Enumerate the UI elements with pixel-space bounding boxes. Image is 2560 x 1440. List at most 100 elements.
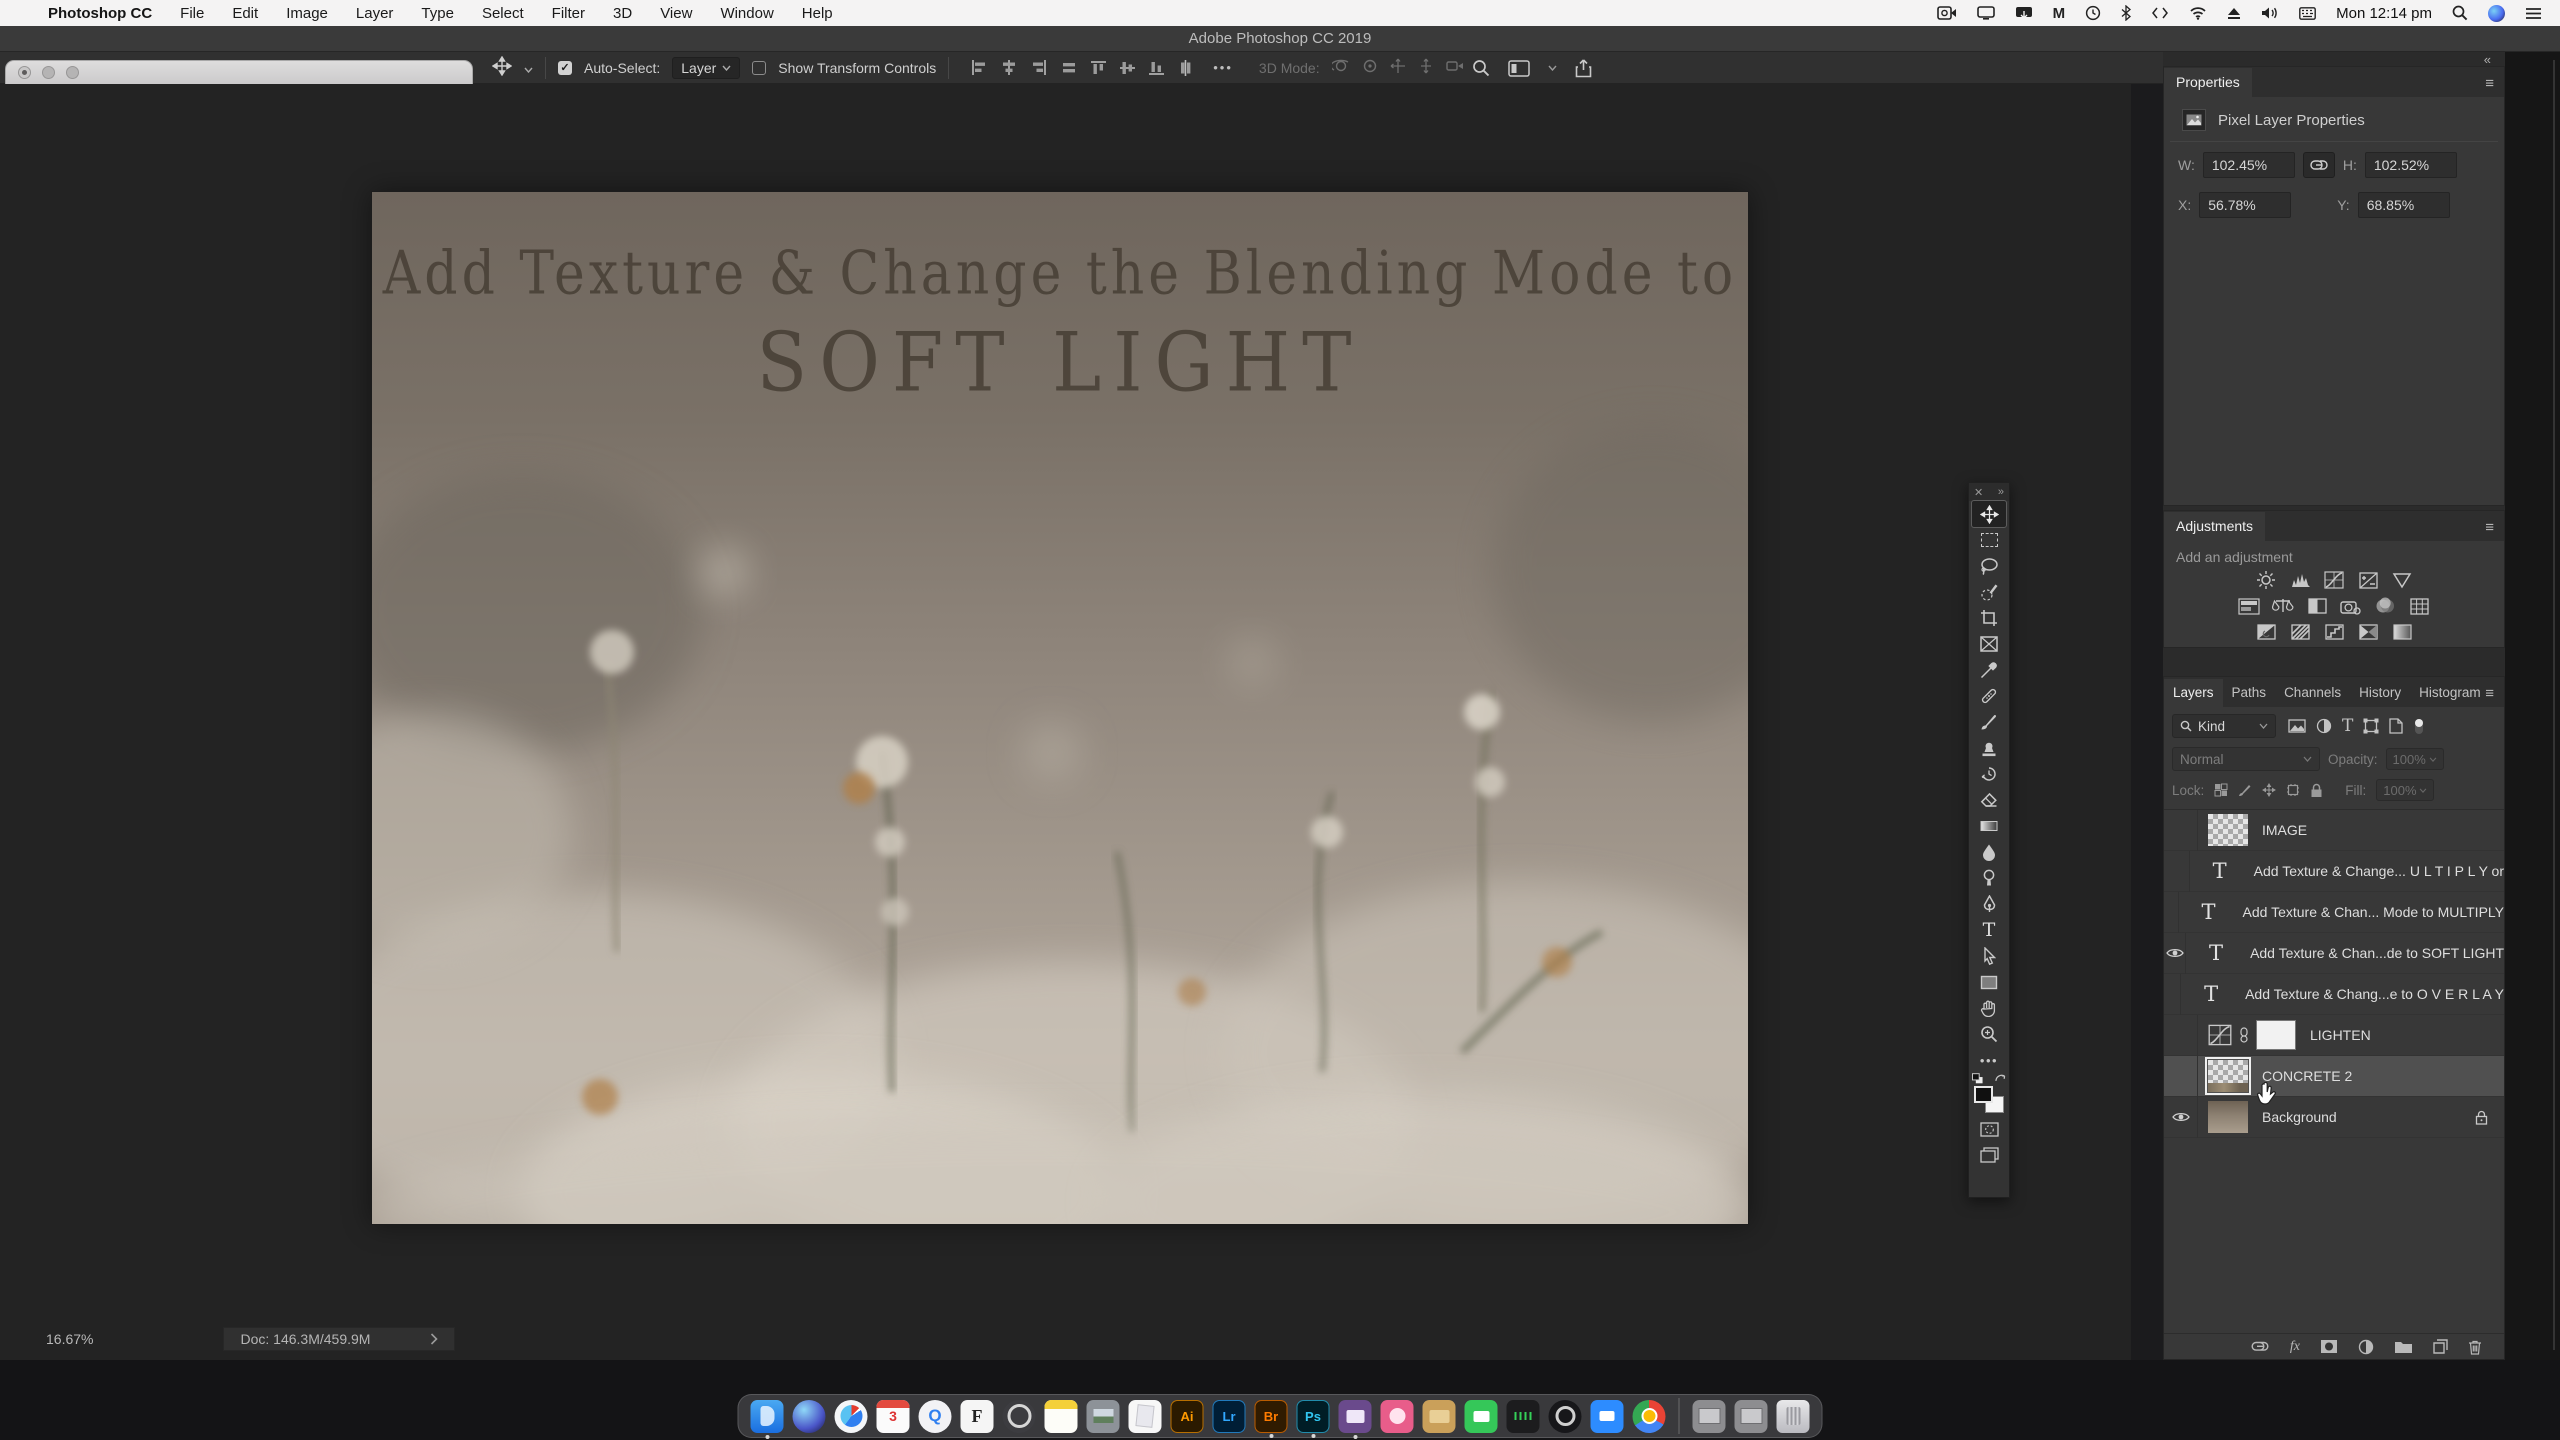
- window-close-button[interactable]: [18, 66, 31, 79]
- distribute-v-icon[interactable]: [1178, 60, 1193, 76]
- dock-calendar[interactable]: 3: [877, 1400, 910, 1433]
- layer-thumbnail[interactable]: [2208, 1101, 2248, 1133]
- tools-close-icon[interactable]: ✕: [1974, 486, 1983, 499]
- align-top-edges-icon[interactable]: [1091, 60, 1106, 76]
- filter-toggle[interactable]: [2413, 718, 2425, 735]
- tool-gradient[interactable]: [1972, 813, 2006, 839]
- align-left-edges-icon[interactable]: [971, 60, 987, 75]
- collapse-panels-icon[interactable]: «: [2484, 52, 2491, 67]
- visibility-toggle[interactable]: [2164, 851, 2190, 892]
- eye-icon[interactable]: [2166, 947, 2184, 959]
- status-chevron-icon[interactable]: [430, 1333, 438, 1345]
- align-h-centers-icon[interactable]: [1001, 60, 1017, 75]
- eject-icon[interactable]: [2227, 7, 2241, 20]
- layer-name[interactable]: LIGHTEN: [2310, 1027, 2371, 1043]
- hue-saturation-icon[interactable]: [2237, 595, 2261, 617]
- align-bottom-edges-icon[interactable]: [1149, 60, 1164, 76]
- canvas-image[interactable]: Add Texture & Change the Blending Mode t…: [372, 192, 1748, 1224]
- auto-select-dropdown[interactable]: Layer: [672, 57, 740, 79]
- tool-dodge[interactable]: [1972, 865, 2006, 891]
- tool-edit-toolbar[interactable]: •••: [1972, 1047, 2006, 1073]
- new-adjustment-layer-icon[interactable]: [2358, 1339, 2374, 1355]
- bluetooth-icon[interactable]: [2121, 5, 2131, 21]
- menu-file[interactable]: File: [180, 5, 204, 22]
- dock-pink-app[interactable]: [1381, 1400, 1414, 1433]
- exposure-icon[interactable]: [2356, 569, 2380, 591]
- threshold-icon[interactable]: [2322, 621, 2346, 643]
- dock-siri[interactable]: [793, 1400, 826, 1433]
- window-minimize-button[interactable]: [42, 66, 55, 79]
- tool-type[interactable]: T: [1972, 917, 2006, 943]
- tool-spot-healing[interactable]: [1972, 683, 2006, 709]
- x-field[interactable]: 56.78%: [2199, 192, 2291, 218]
- tools-expand-icon[interactable]: »: [1998, 486, 2004, 498]
- dock-video-editor[interactable]: [1339, 1400, 1372, 1433]
- display-mirror-icon[interactable]: [2015, 6, 2033, 20]
- dock-notes[interactable]: [1045, 1400, 1078, 1433]
- filter-shape-layers-icon[interactable]: [2363, 718, 2379, 734]
- layers-menu-icon[interactable]: ≡: [2485, 685, 2494, 702]
- more-align-options[interactable]: •••: [1213, 60, 1233, 75]
- tool-rectangular-marquee[interactable]: [1972, 527, 2006, 553]
- blend-mode-dropdown[interactable]: Normal: [2172, 747, 2320, 771]
- eye-icon[interactable]: [2172, 1111, 2190, 1123]
- align-v-centers-icon[interactable]: [1120, 60, 1135, 76]
- dock-safari[interactable]: [835, 1400, 868, 1433]
- photoshop-title-bar[interactable]: Adobe Photoshop CC 2019: [0, 26, 2560, 52]
- tool-eraser[interactable]: [1972, 787, 2006, 813]
- layer-thumbnail[interactable]: [2208, 814, 2248, 846]
- layer-style-fx-icon[interactable]: fx: [2290, 1339, 2300, 1355]
- menu-window[interactable]: Window: [720, 5, 773, 22]
- volume-icon[interactable]: [2261, 6, 2279, 20]
- visibility-toggle[interactable]: [2164, 1015, 2198, 1056]
- layer-row-lighten[interactable]: LIGHTEN: [2164, 1015, 2504, 1056]
- zoom-level-field[interactable]: 16.67%: [46, 1331, 93, 1347]
- default-and-swap-colors[interactable]: [1972, 1073, 2006, 1084]
- lock-position-icon[interactable]: [2262, 783, 2276, 797]
- code-brackets-icon[interactable]: [2151, 6, 2169, 20]
- tab-channels[interactable]: Channels: [2275, 679, 2350, 707]
- screen-record-icon[interactable]: [1937, 6, 1957, 20]
- layer-mask-thumbnail[interactable]: [2256, 1020, 2296, 1050]
- workspace-chevron-icon[interactable]: [1548, 65, 1557, 71]
- 3d-slide-icon[interactable]: [1418, 58, 1434, 77]
- layer-name[interactable]: Add Texture & Chan... Mode to MULTIPLY: [2243, 904, 2504, 920]
- tool-quick-mask[interactable]: [1972, 1116, 2006, 1142]
- dock-facetime[interactable]: [1465, 1400, 1498, 1433]
- dock-font-book[interactable]: F: [961, 1400, 994, 1433]
- new-layer-icon[interactable]: [2433, 1339, 2448, 1354]
- layer-row-text-soft-light[interactable]: T Add Texture & Chan...de to SOFT LIGHT: [2164, 933, 2504, 974]
- tab-properties[interactable]: Properties: [2164, 68, 2252, 97]
- background-window-titlebar[interactable]: [5, 60, 473, 84]
- menu-select[interactable]: Select: [482, 5, 524, 22]
- dock-chrome[interactable]: [1633, 1400, 1666, 1433]
- dock-pages[interactable]: [1129, 1400, 1162, 1433]
- dock-photos[interactable]: [1087, 1400, 1120, 1433]
- layer-thumbnail-selected[interactable]: [2208, 1060, 2248, 1092]
- tool-eyedropper[interactable]: [1972, 657, 2006, 683]
- spotlight-icon[interactable]: [2452, 5, 2468, 21]
- color-lookup-icon[interactable]: [2407, 595, 2431, 617]
- curves-adjustment-icon[interactable]: [2208, 1024, 2232, 1046]
- tool-frame[interactable]: [1972, 631, 2006, 657]
- dock-camera-app[interactable]: [1549, 1400, 1582, 1433]
- dock-quicktime[interactable]: Q: [919, 1400, 952, 1433]
- tool-pen[interactable]: [1972, 891, 2006, 917]
- window-zoom-button[interactable]: [66, 66, 79, 79]
- default-colors-icon[interactable]: [1972, 1073, 1984, 1084]
- tool-path-selection[interactable]: [1972, 943, 2006, 969]
- search-icon[interactable]: [1472, 59, 1490, 77]
- dock-trash[interactable]: [1777, 1400, 1810, 1433]
- posterize-icon[interactable]: [2288, 621, 2312, 643]
- menu-clock[interactable]: Mon 12:14 pm: [2336, 5, 2432, 22]
- show-transform-checkbox[interactable]: ✓: [752, 61, 766, 75]
- lock-all-icon[interactable]: [2310, 783, 2323, 798]
- layer-name[interactable]: Add Texture & Chan...de to SOFT LIGHT: [2250, 945, 2504, 961]
- dock-bridge[interactable]: Br: [1255, 1400, 1288, 1433]
- curves-icon[interactable]: [2322, 569, 2346, 591]
- vibrance-icon[interactable]: [2390, 569, 2414, 591]
- move-tool-option-icon[interactable]: [492, 56, 512, 79]
- layer-row-background[interactable]: Background: [2164, 1097, 2504, 1138]
- filter-smart-objects-icon[interactable]: [2389, 718, 2403, 734]
- visibility-toggle[interactable]: [2164, 892, 2179, 933]
